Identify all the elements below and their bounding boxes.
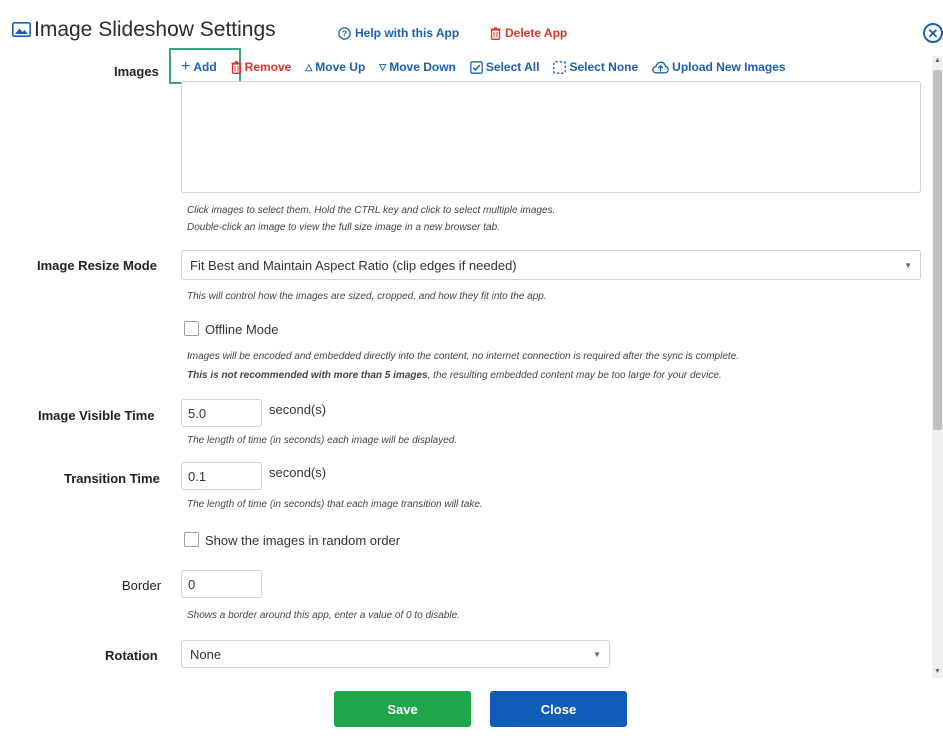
images-toolbar: + Add Remove △ Move Up ▽ Move Down Selec… xyxy=(181,59,800,75)
help-label: Help with this App xyxy=(355,26,460,40)
select-none-label: Select None xyxy=(569,60,639,74)
triangle-down-icon: ▽ xyxy=(379,61,387,72)
resize-mode-label: Image Resize Mode xyxy=(37,258,157,273)
upload-images-button[interactable]: Upload New Images xyxy=(652,60,786,74)
upload-label: Upload New Images xyxy=(672,60,786,74)
visible-time-label: Image Visible Time xyxy=(38,408,155,423)
images-label: Images xyxy=(114,64,159,79)
select-all-button[interactable]: Select All xyxy=(470,60,540,74)
triangle-up-icon: △ xyxy=(305,61,313,72)
rotation-value: None xyxy=(190,646,222,662)
move-up-button[interactable]: △ Move Up xyxy=(305,60,365,74)
trash-icon xyxy=(490,26,501,40)
images-list[interactable] xyxy=(181,81,921,193)
transition-time-value: 0.1 xyxy=(188,468,207,484)
checkbox-checked-icon xyxy=(470,60,483,74)
dashed-box-icon xyxy=(553,60,567,74)
offline-mode-label: Offline Mode xyxy=(205,322,279,337)
transition-time-label: Transition Time xyxy=(64,471,160,486)
scrollbar-thumb[interactable] xyxy=(933,70,942,430)
offline-hint-rest: , the resulting embedded content may be … xyxy=(427,370,722,381)
scroll-up-icon[interactable]: ▲ xyxy=(934,57,941,64)
delete-label: Delete App xyxy=(505,26,568,40)
settings-dialog: Image Slideshow Settings ? Help with thi… xyxy=(0,0,943,736)
add-label: Add xyxy=(193,60,217,74)
offline-mode-checkbox[interactable] xyxy=(184,321,199,336)
move-up-label: Move Up xyxy=(315,60,366,74)
resize-mode-hint: This will control how the images are siz… xyxy=(187,291,547,302)
move-down-label: Move Down xyxy=(389,60,456,74)
select-none-button[interactable]: Select None xyxy=(553,60,638,74)
images-hint-2: Double-click an image to view the full s… xyxy=(187,222,500,233)
transition-time-hint: The length of time (in seconds) that eac… xyxy=(187,499,483,510)
trash-icon xyxy=(231,60,242,74)
save-button[interactable]: Save xyxy=(334,691,471,727)
border-value: 0 xyxy=(188,576,196,592)
visible-time-unit: second(s) xyxy=(269,402,327,417)
border-label: Border xyxy=(122,578,162,593)
remove-image-button[interactable]: Remove xyxy=(231,60,292,74)
delete-app-link[interactable]: Delete App xyxy=(490,26,567,40)
rotation-select[interactable]: None ▼ xyxy=(181,640,610,668)
visible-time-input[interactable]: 5.0 xyxy=(181,399,262,427)
transition-time-unit: second(s) xyxy=(269,465,327,480)
add-image-button[interactable]: + Add xyxy=(181,59,217,75)
offline-hint-2: This is not recommended with more than 5… xyxy=(187,370,722,381)
transition-time-input[interactable]: 0.1 xyxy=(181,462,262,490)
close-dialog-icon[interactable]: ✕ xyxy=(923,23,943,43)
visible-time-value: 5.0 xyxy=(188,405,207,421)
caret-down-icon: ▼ xyxy=(593,649,601,659)
dialog-header: Image Slideshow Settings ? Help with thi… xyxy=(0,0,943,43)
visible-time-hint: The length of time (in seconds) each ima… xyxy=(187,435,458,446)
close-button[interactable]: Close xyxy=(490,691,627,727)
select-all-label: Select All xyxy=(485,60,540,74)
help-icon: ? xyxy=(338,26,351,40)
caret-down-icon: ▼ xyxy=(904,260,912,270)
dialog-footer xyxy=(0,678,943,736)
remove-label: Remove xyxy=(244,60,292,74)
dialog-title: Image Slideshow Settings xyxy=(34,18,276,41)
border-input[interactable]: 0 xyxy=(181,570,262,598)
resize-mode-select[interactable]: Fit Best and Maintain Aspect Ratio (clip… xyxy=(181,250,921,280)
border-hint: Shows a border around this app, enter a … xyxy=(187,610,460,621)
offline-hint-bold: This is not recommended with more than 5… xyxy=(187,370,428,381)
help-link[interactable]: ? Help with this App xyxy=(338,26,459,40)
svg-text:?: ? xyxy=(342,28,347,38)
offline-hint-1: Images will be encoded and embedded dire… xyxy=(187,351,739,362)
move-down-button[interactable]: ▽ Move Down xyxy=(379,60,456,74)
scroll-down-icon[interactable]: ▼ xyxy=(934,668,941,675)
resize-mode-value: Fit Best and Maintain Aspect Ratio (clip… xyxy=(190,257,517,273)
plus-icon: + xyxy=(181,58,191,75)
random-order-checkbox[interactable] xyxy=(184,532,199,547)
cloud-upload-icon xyxy=(652,61,670,74)
images-hint-1: Click images to select them. Hold the CT… xyxy=(187,205,556,216)
rotation-label: Rotation xyxy=(105,648,158,663)
random-order-label: Show the images in random order xyxy=(205,533,401,548)
image-icon xyxy=(12,22,31,37)
